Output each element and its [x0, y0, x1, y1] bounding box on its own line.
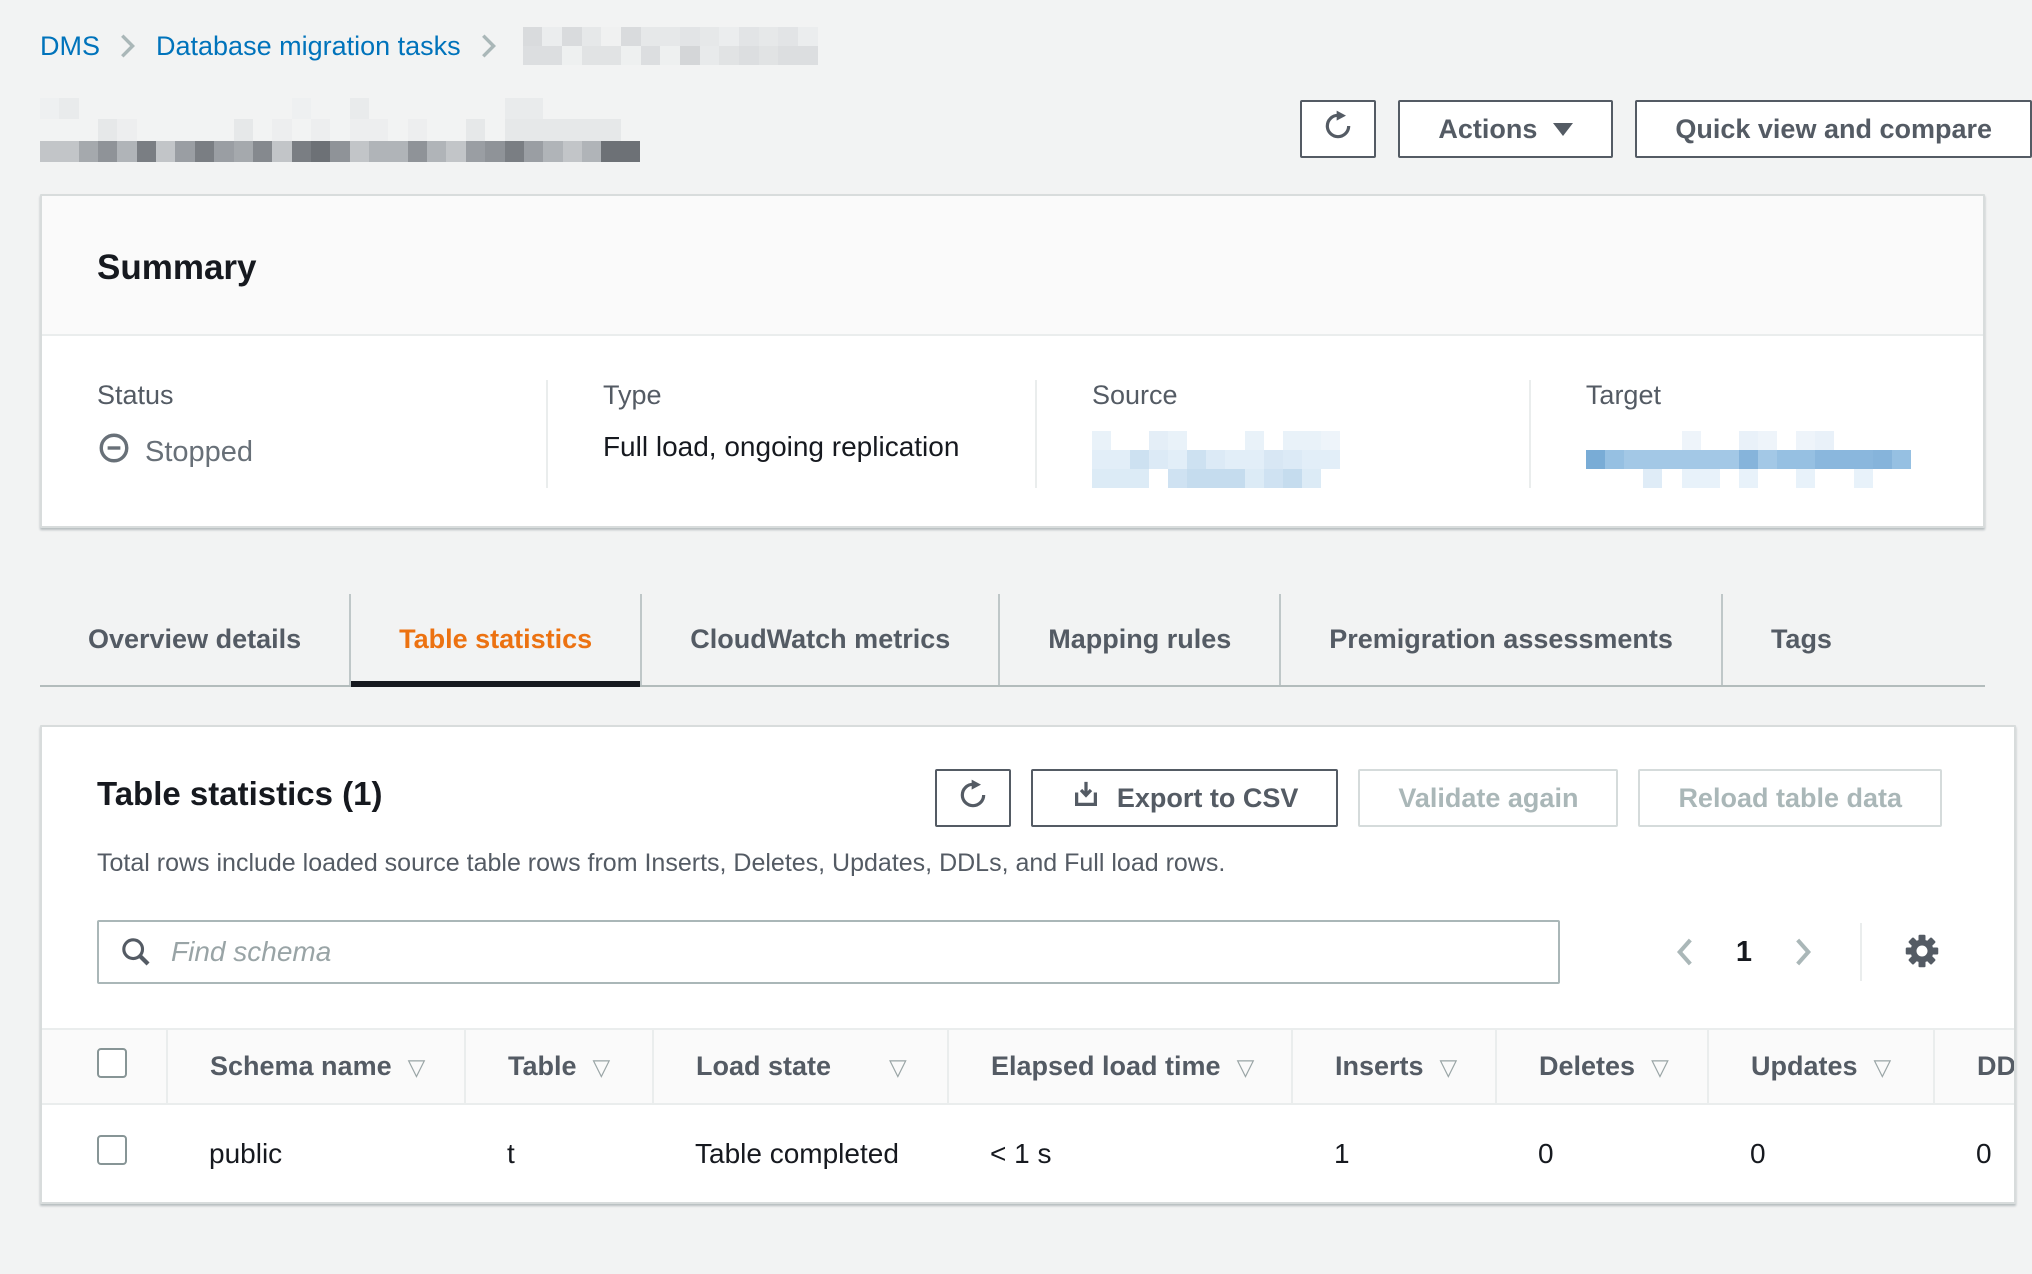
export-to-csv-label: Export to CSV: [1117, 783, 1299, 814]
table-refresh-button[interactable]: [935, 769, 1011, 827]
column-header-load-state[interactable]: Load state ▽: [653, 1029, 948, 1104]
column-label: Schema name: [210, 1051, 392, 1081]
previous-page-button[interactable]: [1668, 932, 1702, 972]
breadcrumb-dms-link[interactable]: DMS: [40, 31, 100, 62]
cell-elapsed-load-time: < 1 s: [948, 1104, 1292, 1202]
breadcrumb-task-name-redacted: [523, 27, 818, 65]
actions-button[interactable]: Actions: [1398, 100, 1613, 158]
chevron-right-icon: [120, 32, 136, 60]
table-preferences-button[interactable]: [1902, 931, 1942, 974]
validate-again-button[interactable]: Validate again: [1358, 769, 1618, 827]
table-statistics-description: Total rows include loaded source table r…: [42, 827, 2014, 878]
summary-title: Summary: [97, 248, 1928, 288]
source-label: Source: [1092, 380, 1499, 411]
refresh-icon: [957, 779, 989, 818]
find-schema-input[interactable]: [97, 920, 1560, 984]
current-page-number[interactable]: 1: [1736, 936, 1752, 969]
status-label: Status: [97, 380, 516, 411]
search-icon: [119, 935, 153, 974]
column-label: Elapsed load time: [991, 1051, 1221, 1081]
tab-overview-details[interactable]: Overview details: [40, 594, 349, 685]
row-checkbox[interactable]: [97, 1135, 127, 1165]
sort-icon[interactable]: ▽: [1874, 1054, 1892, 1080]
export-to-csv-button[interactable]: Export to CSV: [1031, 769, 1339, 827]
tab-premigration-assessments[interactable]: Premigration assessments: [1279, 594, 1721, 685]
download-icon: [1071, 780, 1101, 817]
cell-table: t: [465, 1104, 653, 1202]
sort-icon[interactable]: ▽: [1440, 1054, 1458, 1080]
select-all-checkbox[interactable]: [97, 1048, 127, 1078]
dms-task-page: DMS Database migration tasks Actions: [0, 0, 2032, 1204]
column-header-elapsed-load-time[interactable]: Elapsed load time ▽: [948, 1029, 1292, 1104]
column-label: Load state: [696, 1051, 831, 1081]
summary-header: Summary: [42, 196, 1983, 336]
table-row: public t Table completed < 1 s 1 0 0 0: [42, 1104, 2014, 1202]
status-text: Stopped: [145, 436, 253, 469]
cell-deletes: 0: [1496, 1104, 1708, 1202]
gear-icon: [1902, 931, 1942, 974]
summary-field-target: Target: [1529, 380, 1983, 488]
target-label: Target: [1586, 380, 1953, 411]
cell-schema-name: public: [167, 1104, 465, 1202]
column-header-inserts[interactable]: Inserts ▽: [1292, 1029, 1496, 1104]
column-header-schema-name[interactable]: Schema name ▽: [167, 1029, 465, 1104]
pagination: 1: [1668, 923, 1942, 981]
table-header-row: Schema name ▽ Table ▽ Load state ▽ Elapsed …: [42, 1029, 2014, 1104]
page-header: Actions Quick view and compare: [40, 98, 2032, 164]
sort-icon[interactable]: ▽: [1651, 1054, 1669, 1080]
table-statistics-table-container: Schema name ▽ Table ▽ Load state ▽ Elapsed …: [42, 1028, 2014, 1202]
tab-mapping-rules[interactable]: Mapping rules: [998, 594, 1279, 685]
refresh-button[interactable]: [1300, 100, 1376, 158]
column-label: Table: [508, 1051, 577, 1081]
target-endpoint-redacted[interactable]: [1586, 431, 1911, 488]
tab-table-statistics[interactable]: Table statistics: [349, 594, 640, 685]
task-name-redacted: [40, 98, 640, 162]
table-statistics-table: Schema name ▽ Table ▽ Load state ▽ Elapsed …: [42, 1028, 2014, 1202]
column-label: DDLs: [1977, 1051, 2014, 1081]
column-header-ddls[interactable]: DDLs▽: [1934, 1029, 2014, 1104]
breadcrumb-tasks-link[interactable]: Database migration tasks: [156, 31, 461, 62]
quick-view-and-compare-button[interactable]: Quick view and compare: [1635, 100, 2032, 158]
type-label: Type: [603, 380, 1005, 411]
breadcrumb: DMS Database migration tasks: [40, 28, 2032, 64]
refresh-icon: [1322, 110, 1354, 149]
cell-inserts: 1: [1292, 1104, 1496, 1202]
column-label: Deletes: [1539, 1051, 1635, 1081]
summary-field-type: Type Full load, ongoing replication: [546, 380, 1035, 488]
summary-field-source: Source: [1035, 380, 1529, 488]
status-value: Stopped: [97, 431, 516, 473]
schema-search: [97, 920, 1560, 984]
column-label: Updates: [1751, 1051, 1858, 1081]
sort-icon[interactable]: ▽: [593, 1054, 611, 1080]
reload-table-data-label: Reload table data: [1678, 783, 1902, 814]
status-stopped-icon: [97, 431, 131, 473]
table-statistics-title: Table statistics (1): [97, 769, 382, 813]
sort-icon[interactable]: ▽: [889, 1054, 907, 1080]
tab-cloudwatch-metrics[interactable]: CloudWatch metrics: [640, 594, 998, 685]
toolbar-divider: [1860, 923, 1862, 981]
tab-tags[interactable]: Tags: [1721, 594, 1880, 685]
task-detail-tabs: Overview details Table statistics CloudW…: [40, 594, 1985, 687]
sort-icon[interactable]: ▽: [408, 1054, 426, 1080]
type-value: Full load, ongoing replication: [603, 431, 1005, 463]
validate-again-label: Validate again: [1398, 783, 1578, 814]
column-label: Inserts: [1335, 1051, 1424, 1081]
column-header-deletes[interactable]: Deletes ▽: [1496, 1029, 1708, 1104]
reload-table-data-button[interactable]: Reload table data: [1638, 769, 1942, 827]
source-endpoint-redacted[interactable]: [1092, 431, 1340, 488]
summary-field-status: Status Stopped: [42, 380, 546, 488]
sort-icon[interactable]: ▽: [1237, 1054, 1255, 1080]
caret-down-icon: [1553, 123, 1573, 136]
column-header-updates[interactable]: Updates ▽: [1708, 1029, 1934, 1104]
chevron-right-icon: [481, 32, 497, 60]
cell-load-state: Table completed: [653, 1104, 948, 1202]
next-page-button[interactable]: [1786, 932, 1820, 972]
table-statistics-panel: Table statistics (1): [40, 725, 2016, 1204]
cell-ddls: 0: [1934, 1104, 2014, 1202]
quick-view-label: Quick view and compare: [1675, 114, 1992, 145]
summary-panel: Summary Status Stopped Type Full load,: [40, 194, 1985, 528]
column-header-table[interactable]: Table ▽: [465, 1029, 653, 1104]
actions-button-label: Actions: [1438, 114, 1537, 145]
cell-updates: 0: [1708, 1104, 1934, 1202]
